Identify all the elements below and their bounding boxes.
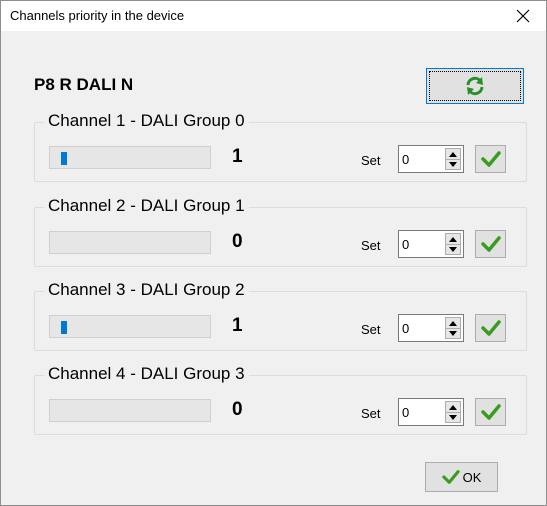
set-priority-input[interactable]	[399, 399, 445, 425]
spin-down-button[interactable]	[446, 412, 460, 422]
set-priority-spinner[interactable]	[398, 314, 464, 342]
set-priority-input[interactable]	[399, 315, 445, 341]
checkmark-icon	[480, 151, 501, 167]
channel-label: Channel 2 - DALI Group 1	[44, 196, 249, 216]
refresh-button[interactable]	[426, 68, 524, 104]
spin-down-button[interactable]	[446, 244, 460, 254]
title-bar: Channels priority in the device	[1, 1, 546, 31]
priority-progress-bar	[49, 399, 211, 422]
spinner-buttons	[445, 401, 461, 423]
set-priority-spinner[interactable]	[398, 398, 464, 426]
set-label: Set	[361, 406, 381, 421]
apply-button[interactable]	[475, 398, 506, 426]
priority-value: 0	[232, 231, 243, 252]
arrow-down-icon	[449, 246, 457, 252]
apply-button[interactable]	[475, 145, 506, 173]
progress-fill	[61, 321, 67, 334]
ok-button-label: OK	[462, 469, 482, 485]
arrow-up-icon	[449, 151, 457, 157]
checkmark-icon	[480, 404, 501, 420]
set-priority-input[interactable]	[399, 146, 445, 172]
set-priority-spinner[interactable]	[398, 145, 464, 173]
set-label: Set	[361, 238, 381, 253]
set-label: Set	[361, 322, 381, 337]
spinner-buttons	[445, 317, 461, 339]
set-priority-input[interactable]	[399, 231, 445, 257]
spinner-buttons	[445, 233, 461, 255]
arrow-up-icon	[449, 320, 457, 326]
arrow-up-icon	[449, 236, 457, 242]
ok-button[interactable]: OK	[425, 462, 498, 492]
window-title: Channels priority in the device	[10, 8, 185, 23]
spin-down-button[interactable]	[446, 328, 460, 338]
checkmark-icon	[480, 236, 501, 252]
apply-button[interactable]	[475, 314, 506, 342]
close-button[interactable]	[500, 1, 546, 31]
close-icon	[516, 9, 530, 23]
channel-group-2: Channel 2 - DALI Group 1 0 Set	[34, 196, 527, 267]
channel-group-3: Channel 3 - DALI Group 2 1 Set	[34, 280, 527, 351]
spin-down-button[interactable]	[446, 159, 460, 169]
apply-button[interactable]	[475, 230, 506, 258]
dialog-window: Channels priority in the device P8 R DAL…	[0, 0, 547, 506]
channel-label: Channel 3 - DALI Group 2	[44, 280, 249, 300]
set-priority-spinner[interactable]	[398, 230, 464, 258]
priority-value: 1	[232, 315, 243, 336]
priority-progress-bar	[49, 146, 211, 169]
priority-progress-bar	[49, 315, 211, 338]
spinner-buttons	[445, 148, 461, 170]
arrow-down-icon	[449, 161, 457, 167]
arrow-down-icon	[449, 330, 457, 336]
priority-value: 0	[232, 399, 243, 420]
priority-progress-bar	[49, 231, 211, 254]
channel-label: Channel 4 - DALI Group 3	[44, 364, 249, 384]
device-name: P8 R DALI N	[34, 75, 134, 94]
refresh-icon	[466, 76, 484, 96]
channel-group-1: Channel 1 - DALI Group 0 1 Set	[34, 111, 527, 182]
set-label: Set	[361, 153, 381, 168]
channel-group-4: Channel 4 - DALI Group 3 0 Set	[34, 364, 527, 435]
channel-label: Channel 1 - DALI Group 0	[44, 111, 249, 131]
checkmark-icon	[480, 320, 501, 336]
arrow-up-icon	[449, 404, 457, 410]
progress-fill	[61, 152, 67, 165]
arrow-down-icon	[449, 414, 457, 420]
checkmark-icon	[441, 470, 460, 484]
priority-value: 1	[232, 146, 243, 167]
